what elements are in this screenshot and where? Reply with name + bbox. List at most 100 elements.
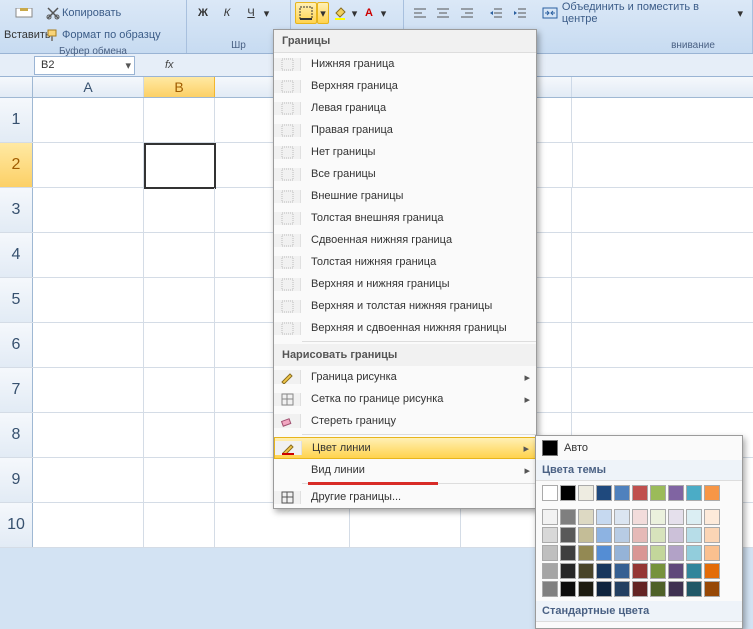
color-swatch[interactable] [650, 545, 666, 561]
cell[interactable] [144, 143, 216, 189]
align-center-button[interactable] [432, 2, 456, 24]
color-swatch[interactable] [650, 509, 666, 525]
color-swatch[interactable] [668, 485, 684, 501]
cell[interactable] [33, 368, 144, 412]
color-swatch[interactable] [650, 563, 666, 579]
align-left-button[interactable] [408, 2, 432, 24]
select-all-corner[interactable] [0, 77, 33, 97]
color-swatch[interactable] [686, 563, 702, 579]
cell[interactable] [144, 413, 215, 457]
color-swatch[interactable] [596, 527, 612, 543]
cell[interactable] [33, 413, 144, 457]
color-swatch[interactable] [614, 527, 630, 543]
color-swatch[interactable] [614, 581, 630, 597]
cell[interactable] [33, 98, 144, 142]
color-swatch[interactable] [596, 581, 612, 597]
cell[interactable] [33, 143, 144, 187]
color-swatch[interactable] [686, 527, 702, 543]
paste-label[interactable]: Вставить [4, 29, 44, 41]
color-swatch[interactable] [632, 563, 648, 579]
cell[interactable] [144, 458, 215, 502]
color-swatch[interactable] [596, 485, 612, 501]
color-swatch[interactable] [578, 485, 594, 501]
menu-item-line-style[interactable]: Вид линии ▸ [274, 459, 536, 481]
color-swatch[interactable] [596, 563, 612, 579]
col-A[interactable]: A [33, 77, 144, 97]
color-swatch[interactable] [578, 563, 594, 579]
color-swatch[interactable] [686, 485, 702, 501]
row-header[interactable]: 9 [0, 458, 33, 502]
row-header[interactable]: 6 [0, 323, 33, 367]
color-swatch[interactable] [596, 509, 612, 525]
row-header[interactable]: 5 [0, 278, 33, 322]
menu-item[interactable]: Верхняя и нижняя границы [274, 273, 536, 295]
menu-item[interactable]: Левая граница [274, 97, 536, 119]
cell[interactable] [144, 188, 215, 232]
color-swatch[interactable] [650, 581, 666, 597]
cell[interactable] [144, 98, 215, 142]
cell[interactable] [33, 323, 144, 367]
color-swatch[interactable] [578, 581, 594, 597]
col-B[interactable]: B [144, 77, 215, 97]
color-swatch[interactable] [704, 485, 720, 501]
cell[interactable] [33, 188, 144, 232]
fx-button[interactable]: fx [165, 59, 174, 71]
color-swatch[interactable] [686, 581, 702, 597]
color-swatch[interactable] [560, 509, 576, 525]
fill-color-dropdown[interactable]: ▾ [351, 3, 358, 23]
indent-decrease-button[interactable] [484, 2, 508, 24]
menu-item[interactable]: Толстая нижняя граница [274, 251, 536, 273]
copy-button[interactable]: Копировать [62, 7, 121, 19]
menu-item[interactable]: Стереть границу [274, 410, 536, 432]
cell[interactable] [144, 323, 215, 367]
cell[interactable] [33, 278, 144, 322]
menu-item[interactable]: Граница рисунка▸ [274, 366, 536, 388]
color-swatch[interactable] [614, 545, 630, 561]
color-swatch[interactable] [614, 509, 630, 525]
cell[interactable] [33, 458, 144, 502]
color-swatch[interactable] [614, 563, 630, 579]
underline-dropdown[interactable]: ▾ [263, 3, 270, 23]
color-swatch[interactable] [614, 485, 630, 501]
borders-button[interactable] [295, 2, 317, 24]
color-swatch[interactable] [578, 527, 594, 543]
cell[interactable] [144, 278, 215, 322]
row-header[interactable]: 4 [0, 233, 33, 277]
cell[interactable] [33, 233, 144, 277]
color-swatch[interactable] [632, 527, 648, 543]
row-header[interactable]: 8 [0, 413, 33, 457]
menu-item[interactable]: Правая граница [274, 119, 536, 141]
color-swatch[interactable] [560, 563, 576, 579]
color-swatch[interactable] [578, 509, 594, 525]
color-swatch[interactable] [560, 545, 576, 561]
auto-color-button[interactable]: Авто [536, 436, 742, 460]
menu-item[interactable]: Верхняя и толстая нижняя границы [274, 295, 536, 317]
color-swatch[interactable] [596, 545, 612, 561]
color-swatch[interactable] [560, 485, 576, 501]
row-header[interactable]: 3 [0, 188, 33, 232]
cell[interactable] [144, 233, 215, 277]
menu-item[interactable]: Нижняя граница [274, 53, 536, 75]
color-swatch[interactable] [704, 581, 720, 597]
color-swatch[interactable] [686, 545, 702, 561]
align-right-button[interactable] [455, 2, 479, 24]
format-painter-button[interactable]: Формат по образцу [62, 29, 161, 41]
color-swatch[interactable] [704, 545, 720, 561]
color-swatch[interactable] [650, 527, 666, 543]
cell[interactable] [215, 503, 350, 547]
color-swatch[interactable] [668, 545, 684, 561]
menu-item[interactable]: Верхняя и сдвоенная нижняя границы [274, 317, 536, 339]
color-swatch[interactable] [668, 527, 684, 543]
menu-item[interactable]: Толстая внешняя граница [274, 207, 536, 229]
borders-dropdown[interactable]: ▾ [317, 2, 329, 24]
color-swatch[interactable] [668, 563, 684, 579]
color-swatch[interactable] [668, 509, 684, 525]
color-swatch[interactable] [650, 485, 666, 501]
menu-item-more-borders[interactable]: Другие границы... [274, 486, 536, 508]
color-swatch[interactable] [632, 485, 648, 501]
paste-button[interactable] [4, 8, 44, 18]
color-swatch[interactable] [704, 527, 720, 543]
indent-increase-button[interactable] [508, 2, 532, 24]
menu-item[interactable]: Нет границы [274, 141, 536, 163]
color-swatch[interactable] [560, 527, 576, 543]
